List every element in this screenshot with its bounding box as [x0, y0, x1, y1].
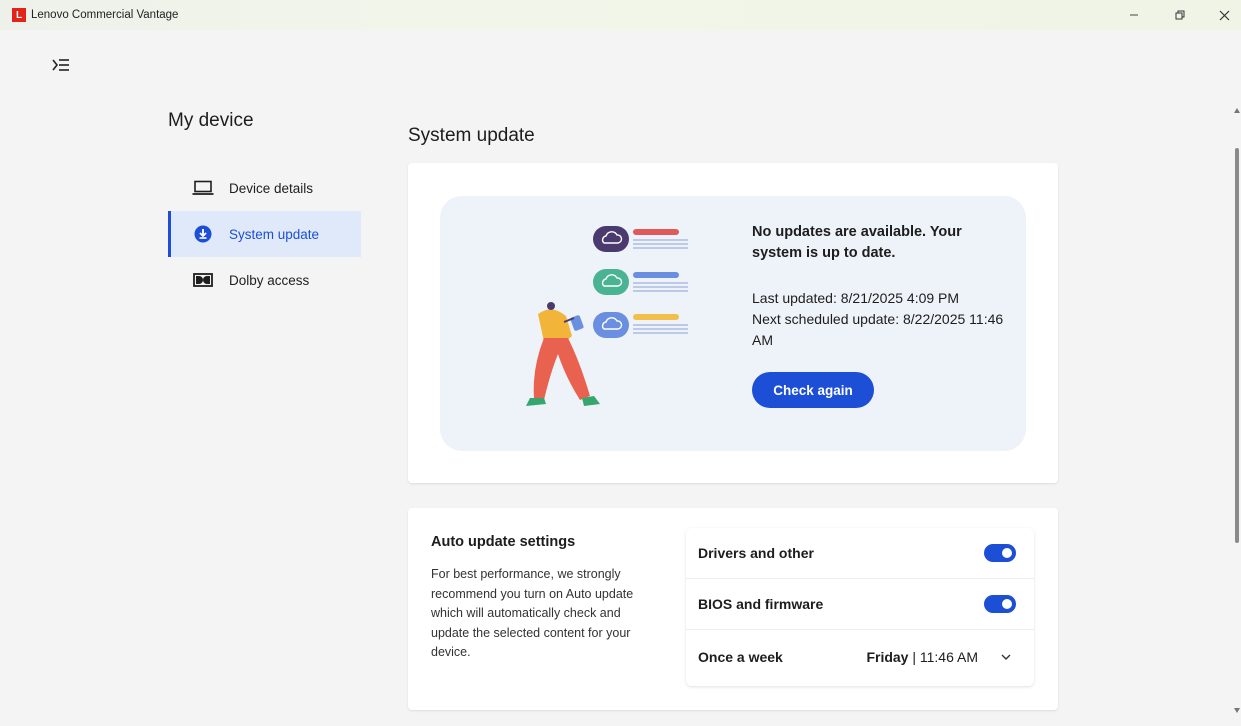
title-bar: L Lenovo Commercial Vantage [0, 0, 1241, 30]
last-updated-text: Last updated: 8/21/2025 4:09 PM [752, 290, 960, 306]
restore-button[interactable] [1168, 6, 1192, 24]
check-again-button[interactable]: Check again [752, 372, 874, 408]
update-illustration [526, 226, 688, 406]
setting-row-drivers: Drivers and other [686, 528, 1034, 579]
app-logo: L [12, 8, 26, 22]
page-title: System update [408, 125, 535, 146]
auto-update-options: Drivers and other BIOS and firmware Once… [686, 528, 1034, 686]
sidebar-title: My device [168, 110, 254, 131]
update-status-card: No updates are available. Your system is… [408, 163, 1058, 483]
scroll-down-arrow-icon[interactable] [1234, 708, 1240, 713]
scroll-up-arrow-icon[interactable] [1234, 108, 1240, 113]
sidebar-item-device-details[interactable]: Device details [168, 165, 361, 211]
menu-expand-icon [52, 59, 69, 71]
bios-toggle[interactable] [984, 595, 1016, 613]
next-update-text: Next scheduled update: 8/22/2025 11:46 A… [752, 311, 1004, 348]
update-status-panel: No updates are available. Your system is… [440, 196, 1026, 451]
schedule-time: 11:46 AM [919, 649, 978, 665]
schedule-row[interactable]: Once a week Friday | 11:46 AM [686, 630, 1034, 684]
app-window: L Lenovo Commercial Vantage My device De… [0, 0, 1241, 726]
close-button[interactable] [1212, 6, 1236, 24]
minimize-button[interactable] [1122, 6, 1146, 24]
sidebar-item-label: System update [229, 226, 320, 242]
schedule-separator: | [908, 649, 920, 665]
sidebar-item-label: Device details [229, 180, 314, 196]
sidebar-nav: Device details System update Dolby acces… [168, 165, 361, 303]
auto-update-settings-card: Auto update settings For best performanc… [408, 508, 1058, 710]
drivers-toggle[interactable] [984, 544, 1016, 562]
scroll-thumb[interactable] [1235, 148, 1239, 543]
dolby-icon [192, 271, 214, 289]
auto-update-title: Auto update settings [431, 534, 576, 550]
setting-label: Drivers and other [698, 545, 814, 561]
update-status-message: No updates are available. Your system is… [752, 224, 962, 261]
content-area: My device Device details System update D… [10, 30, 1229, 720]
vertical-scrollbar[interactable] [1234, 100, 1240, 720]
setting-row-bios: BIOS and firmware [686, 579, 1034, 630]
sidebar-item-system-update[interactable]: System update [168, 211, 361, 257]
chevron-down-icon[interactable] [998, 649, 1014, 665]
laptop-icon [192, 179, 214, 197]
schedule-value: Friday | 11:46 AM [866, 649, 978, 665]
restore-icon [1175, 10, 1185, 20]
setting-label: BIOS and firmware [698, 596, 824, 612]
menu-toggle-button[interactable] [50, 56, 72, 74]
download-circle-icon [192, 225, 214, 243]
auto-update-description: For best performance, we strongly recomm… [431, 567, 634, 659]
schedule-frequency: Once a week [698, 649, 783, 665]
sidebar-item-dolby-access[interactable]: Dolby access [168, 257, 361, 303]
schedule-day: Friday [866, 649, 909, 665]
minimize-icon [1130, 14, 1138, 16]
close-icon [1219, 10, 1229, 20]
sidebar-item-label: Dolby access [229, 272, 310, 288]
window-title: Lenovo Commercial Vantage [31, 9, 179, 21]
